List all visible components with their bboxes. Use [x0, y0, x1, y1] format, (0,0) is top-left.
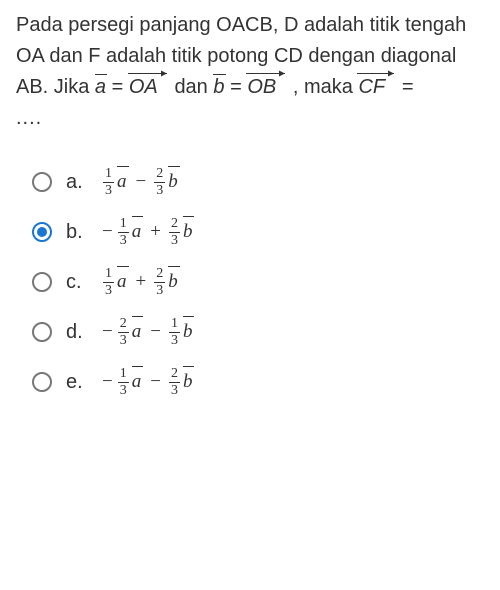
option-expression: 13a+23b	[102, 267, 180, 298]
option-expression: −13a+23b	[102, 217, 194, 248]
leading-minus: −	[102, 317, 113, 346]
leading-minus: −	[102, 367, 113, 396]
radio-a[interactable]	[32, 172, 52, 192]
option-label: c.	[66, 267, 88, 298]
var-a: a	[132, 217, 144, 246]
vector-CF: CF	[358, 72, 385, 103]
vector-b: b	[213, 72, 224, 103]
fraction-1: 13	[103, 267, 114, 298]
radio-e[interactable]	[32, 372, 52, 392]
radio-b[interactable]	[32, 222, 52, 242]
var-a: a	[117, 267, 129, 296]
option-d[interactable]: d.−23a−13b	[32, 312, 484, 352]
option-e[interactable]: e.−13a−23b	[32, 362, 484, 402]
var-a: a	[132, 367, 144, 396]
blank-ellipsis: ....	[16, 107, 42, 129]
var-b: b	[183, 367, 195, 396]
operator: −	[150, 317, 161, 346]
var-a: a	[117, 167, 129, 196]
operator: +	[136, 267, 147, 296]
vector-a: a	[95, 72, 106, 103]
fraction-2: 23	[169, 217, 180, 248]
operator: +	[150, 217, 161, 246]
leading-minus: −	[102, 217, 113, 246]
fraction-1: 13	[118, 367, 129, 398]
fraction-2: 13	[169, 317, 180, 348]
option-label: a.	[66, 167, 88, 198]
option-b[interactable]: b.−13a+23b	[32, 212, 484, 252]
option-expression: 13a−23b	[102, 167, 180, 198]
var-b: b	[168, 167, 180, 196]
vector-OA: OA	[129, 72, 158, 103]
var-b: b	[183, 317, 195, 346]
option-expression: −13a−23b	[102, 367, 194, 398]
var-a: a	[132, 317, 144, 346]
option-label: e.	[66, 367, 88, 398]
var-b: b	[183, 217, 195, 246]
var-b: b	[168, 267, 180, 296]
radio-d[interactable]	[32, 322, 52, 342]
fraction-1: 23	[118, 317, 129, 348]
fraction-2: 23	[154, 167, 165, 198]
options-list: a.13a−23bb.−13a+23bc.13a+23bd.−23a−13be.…	[32, 162, 484, 402]
option-c[interactable]: c. 13a+23b	[32, 262, 484, 302]
fraction-1: 13	[103, 167, 114, 198]
operator: −	[150, 367, 161, 396]
radio-c[interactable]	[32, 272, 52, 292]
fraction-2: 23	[154, 267, 165, 298]
fraction-1: 13	[118, 217, 129, 248]
option-label: d.	[66, 317, 88, 348]
fraction-2: 23	[169, 367, 180, 398]
option-expression: −23a−13b	[102, 317, 194, 348]
vector-OB: OB	[247, 72, 276, 103]
operator: −	[136, 167, 147, 196]
question-text: Pada persegi panjang OACB, D adalah titi…	[16, 10, 484, 134]
option-a[interactable]: a. 13a−23b	[32, 162, 484, 202]
option-label: b.	[66, 217, 88, 248]
